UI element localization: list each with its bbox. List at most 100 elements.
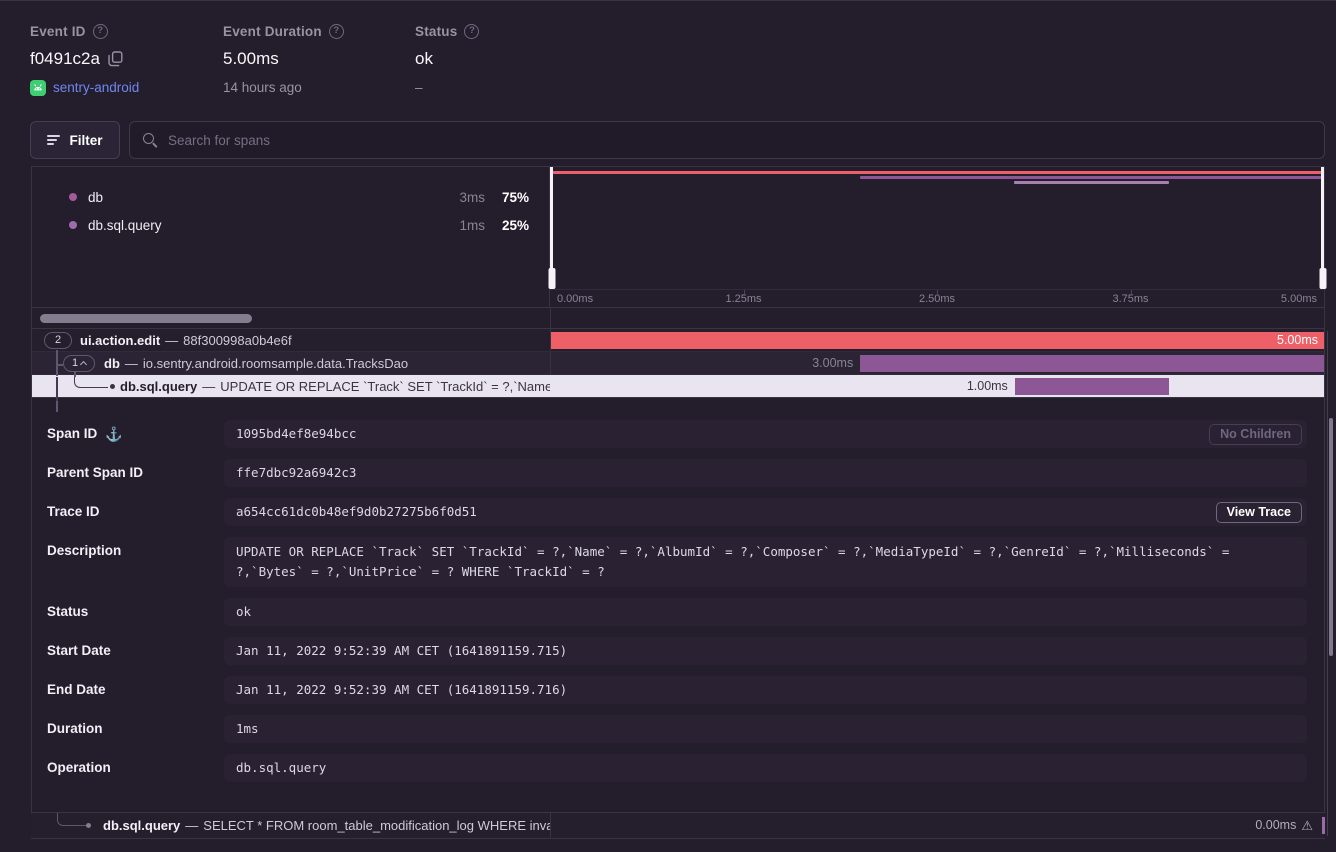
op-breakdown-row-db[interactable]: db 3ms 75% (32, 183, 549, 211)
op-name: db.sql.query (88, 218, 162, 233)
span-details: Span ID ⚓ 1095bd4ef8e94bcc No Children Pa… (47, 403, 1307, 793)
leaf-dot (110, 384, 115, 389)
op-breakdown: db 3ms 75% db.sql.query 1ms 25% (32, 167, 550, 307)
span-duration: 0.00ms (1255, 813, 1296, 838)
minimap-span-line (860, 176, 1324, 179)
leaf-dot (86, 823, 91, 828)
anchor-icon[interactable]: ⚓ (105, 426, 122, 443)
span-description: io.sentry.android.roomsample.data.Tracks… (143, 356, 408, 371)
detail-row-span-id: Span ID ⚓ 1095bd4ef8e94bcc No Children (47, 420, 1307, 448)
detail-row-duration: Duration 1ms (47, 715, 1307, 743)
project-link[interactable]: sentry-android (53, 80, 139, 95)
event-id-label: Event ID (30, 24, 86, 39)
copy-icon[interactable] (108, 51, 123, 67)
view-trace-button[interactable]: View Trace (1216, 502, 1302, 523)
separator: — (125, 356, 138, 371)
span-duration: 3.00ms (812, 352, 853, 375)
span-id-value: 1095bd4ef8e94bcc No Children (224, 420, 1307, 448)
separator: — (202, 379, 215, 394)
detail-label: Description (47, 543, 121, 558)
time-axis: 0.00ms 1.25ms 2.50ms 3.75ms 5.00ms (550, 289, 1324, 307)
detail-label: Operation (47, 760, 111, 775)
help-icon[interactable]: ? (329, 24, 344, 39)
minimap-left-handle[interactable] (550, 167, 553, 289)
start-date-value: Jan 11, 2022 9:52:39 AM CET (1641891159.… (224, 637, 1307, 665)
trace-minimap[interactable]: 0.00ms 1.25ms 2.50ms 3.75ms 5.00ms (550, 167, 1324, 307)
axis-tick: 5.00ms (1281, 293, 1317, 305)
detail-label: Start Date (47, 643, 111, 658)
tree-scroll-strip (32, 308, 1324, 329)
span-toolbar: Filter (30, 121, 1325, 159)
span-row-db-sql-query-select[interactable]: db.sql.query — SELECT * FROM room_table_… (31, 812, 1325, 839)
separator: — (185, 818, 198, 833)
op-breakdown-row-db-sql-query[interactable]: db.sql.query 1ms 25% (32, 211, 549, 239)
parent-span-id-value: ffe7dbc92a6942c3 (224, 459, 1307, 487)
detail-row-parent-span-id: Parent Span ID ffe7dbc92a6942c3 (47, 459, 1307, 487)
detail-row-trace-id: Trace ID a654cc61dc0b48ef9d0b27275b6f0d5… (47, 498, 1307, 526)
tree-elbow (74, 377, 108, 388)
span-row-ui-action-edit[interactable]: 2 ui.action.edit — 88f300998a0b4e6f 5.00… (32, 329, 1324, 352)
event-age: 14 hours ago (223, 80, 302, 95)
span-duration: 5.00ms (1277, 329, 1318, 352)
trace-id-value: a654cc61dc0b48ef9d0b27275b6f0d51 View Tr… (224, 498, 1307, 526)
vertical-scrollbar[interactable] (1329, 418, 1333, 656)
detail-label: Span ID (47, 426, 97, 441)
status-block: Status ? ok – (415, 22, 479, 96)
detail-row-status: Status ok (47, 598, 1307, 626)
status-value: ok (415, 49, 433, 69)
span-row-db[interactable]: 1 db — io.sentry.android.roomsample.data… (32, 352, 1324, 375)
filter-button-label: Filter (69, 133, 102, 148)
overview-section: db 3ms 75% db.sql.query 1ms 25% 0.00ms 1… (32, 167, 1324, 308)
filter-icon (47, 135, 60, 145)
detail-label: Status (47, 604, 88, 619)
axis-tick: 2.50ms (919, 293, 955, 305)
tree-guide-line (56, 401, 58, 412)
detail-row-start-date: Start Date Jan 11, 2022 9:52:39 AM CET (… (47, 637, 1307, 665)
event-duration-label: Event Duration (223, 24, 322, 39)
event-id-value: f0491c2a (30, 49, 100, 69)
duration-value: 1ms (224, 715, 1307, 743)
detail-row-end-date: End Date Jan 11, 2022 9:52:39 AM CET (16… (47, 676, 1307, 704)
span-bar[interactable] (1015, 378, 1170, 395)
children-count-badge[interactable]: 2 (44, 332, 72, 349)
search-input[interactable] (168, 133, 1311, 148)
no-children-button: No Children (1209, 424, 1302, 445)
minimap-right-handle[interactable] (1321, 167, 1324, 289)
search-icon (143, 133, 158, 148)
help-icon[interactable]: ? (93, 24, 108, 39)
tree-guide-line (56, 350, 58, 376)
detail-row-description: Description UPDATE OR REPLACE `Track` SE… (47, 537, 1307, 587)
op-color-dot (69, 193, 77, 201)
axis-tick: 1.25ms (725, 293, 761, 305)
description-value: UPDATE OR REPLACE `Track` SET `TrackId` … (224, 537, 1307, 587)
span-description: 88f300998a0b4e6f (183, 333, 291, 348)
span-row-db-sql-query-selected[interactable]: db.sql.query — UPDATE OR REPLACE `Track`… (32, 375, 1324, 398)
help-icon[interactable]: ? (464, 24, 479, 39)
op-color-dot (69, 221, 77, 229)
op-name: db (88, 190, 103, 205)
status-value: ok (224, 598, 1307, 626)
span-search[interactable] (129, 121, 1325, 159)
minimap-span-line (550, 171, 1324, 174)
warning-icon: ⚠ (1301, 813, 1313, 838)
op-duration: 3ms (439, 190, 485, 205)
span-duration: 1.00ms (967, 375, 1008, 398)
children-count-badge[interactable]: 1 (63, 355, 95, 372)
filter-button[interactable]: Filter (30, 121, 120, 159)
end-date-value: Jan 11, 2022 9:52:39 AM CET (1641891159.… (224, 676, 1307, 704)
event-duration-value: 5.00ms (223, 49, 279, 69)
event-duration-block: Event Duration ? 5.00ms 14 hours ago (223, 22, 344, 96)
status-label: Status (415, 24, 457, 39)
op-percent: 25% (485, 218, 529, 233)
span-op: db.sql.query (120, 379, 197, 394)
operation-value: db.sql.query (224, 754, 1307, 782)
span-bar[interactable] (551, 332, 1324, 349)
span-waterfall: 2 ui.action.edit — 88f300998a0b4e6f 5.00… (32, 329, 1324, 398)
tree-guide-line (56, 377, 58, 401)
detail-label: End Date (47, 682, 106, 697)
detail-label: Duration (47, 721, 103, 736)
span-bar[interactable] (860, 355, 1324, 372)
chevron-up-icon (80, 360, 87, 367)
detail-label: Parent Span ID (47, 465, 143, 480)
horizontal-scrollbar[interactable] (40, 314, 252, 323)
